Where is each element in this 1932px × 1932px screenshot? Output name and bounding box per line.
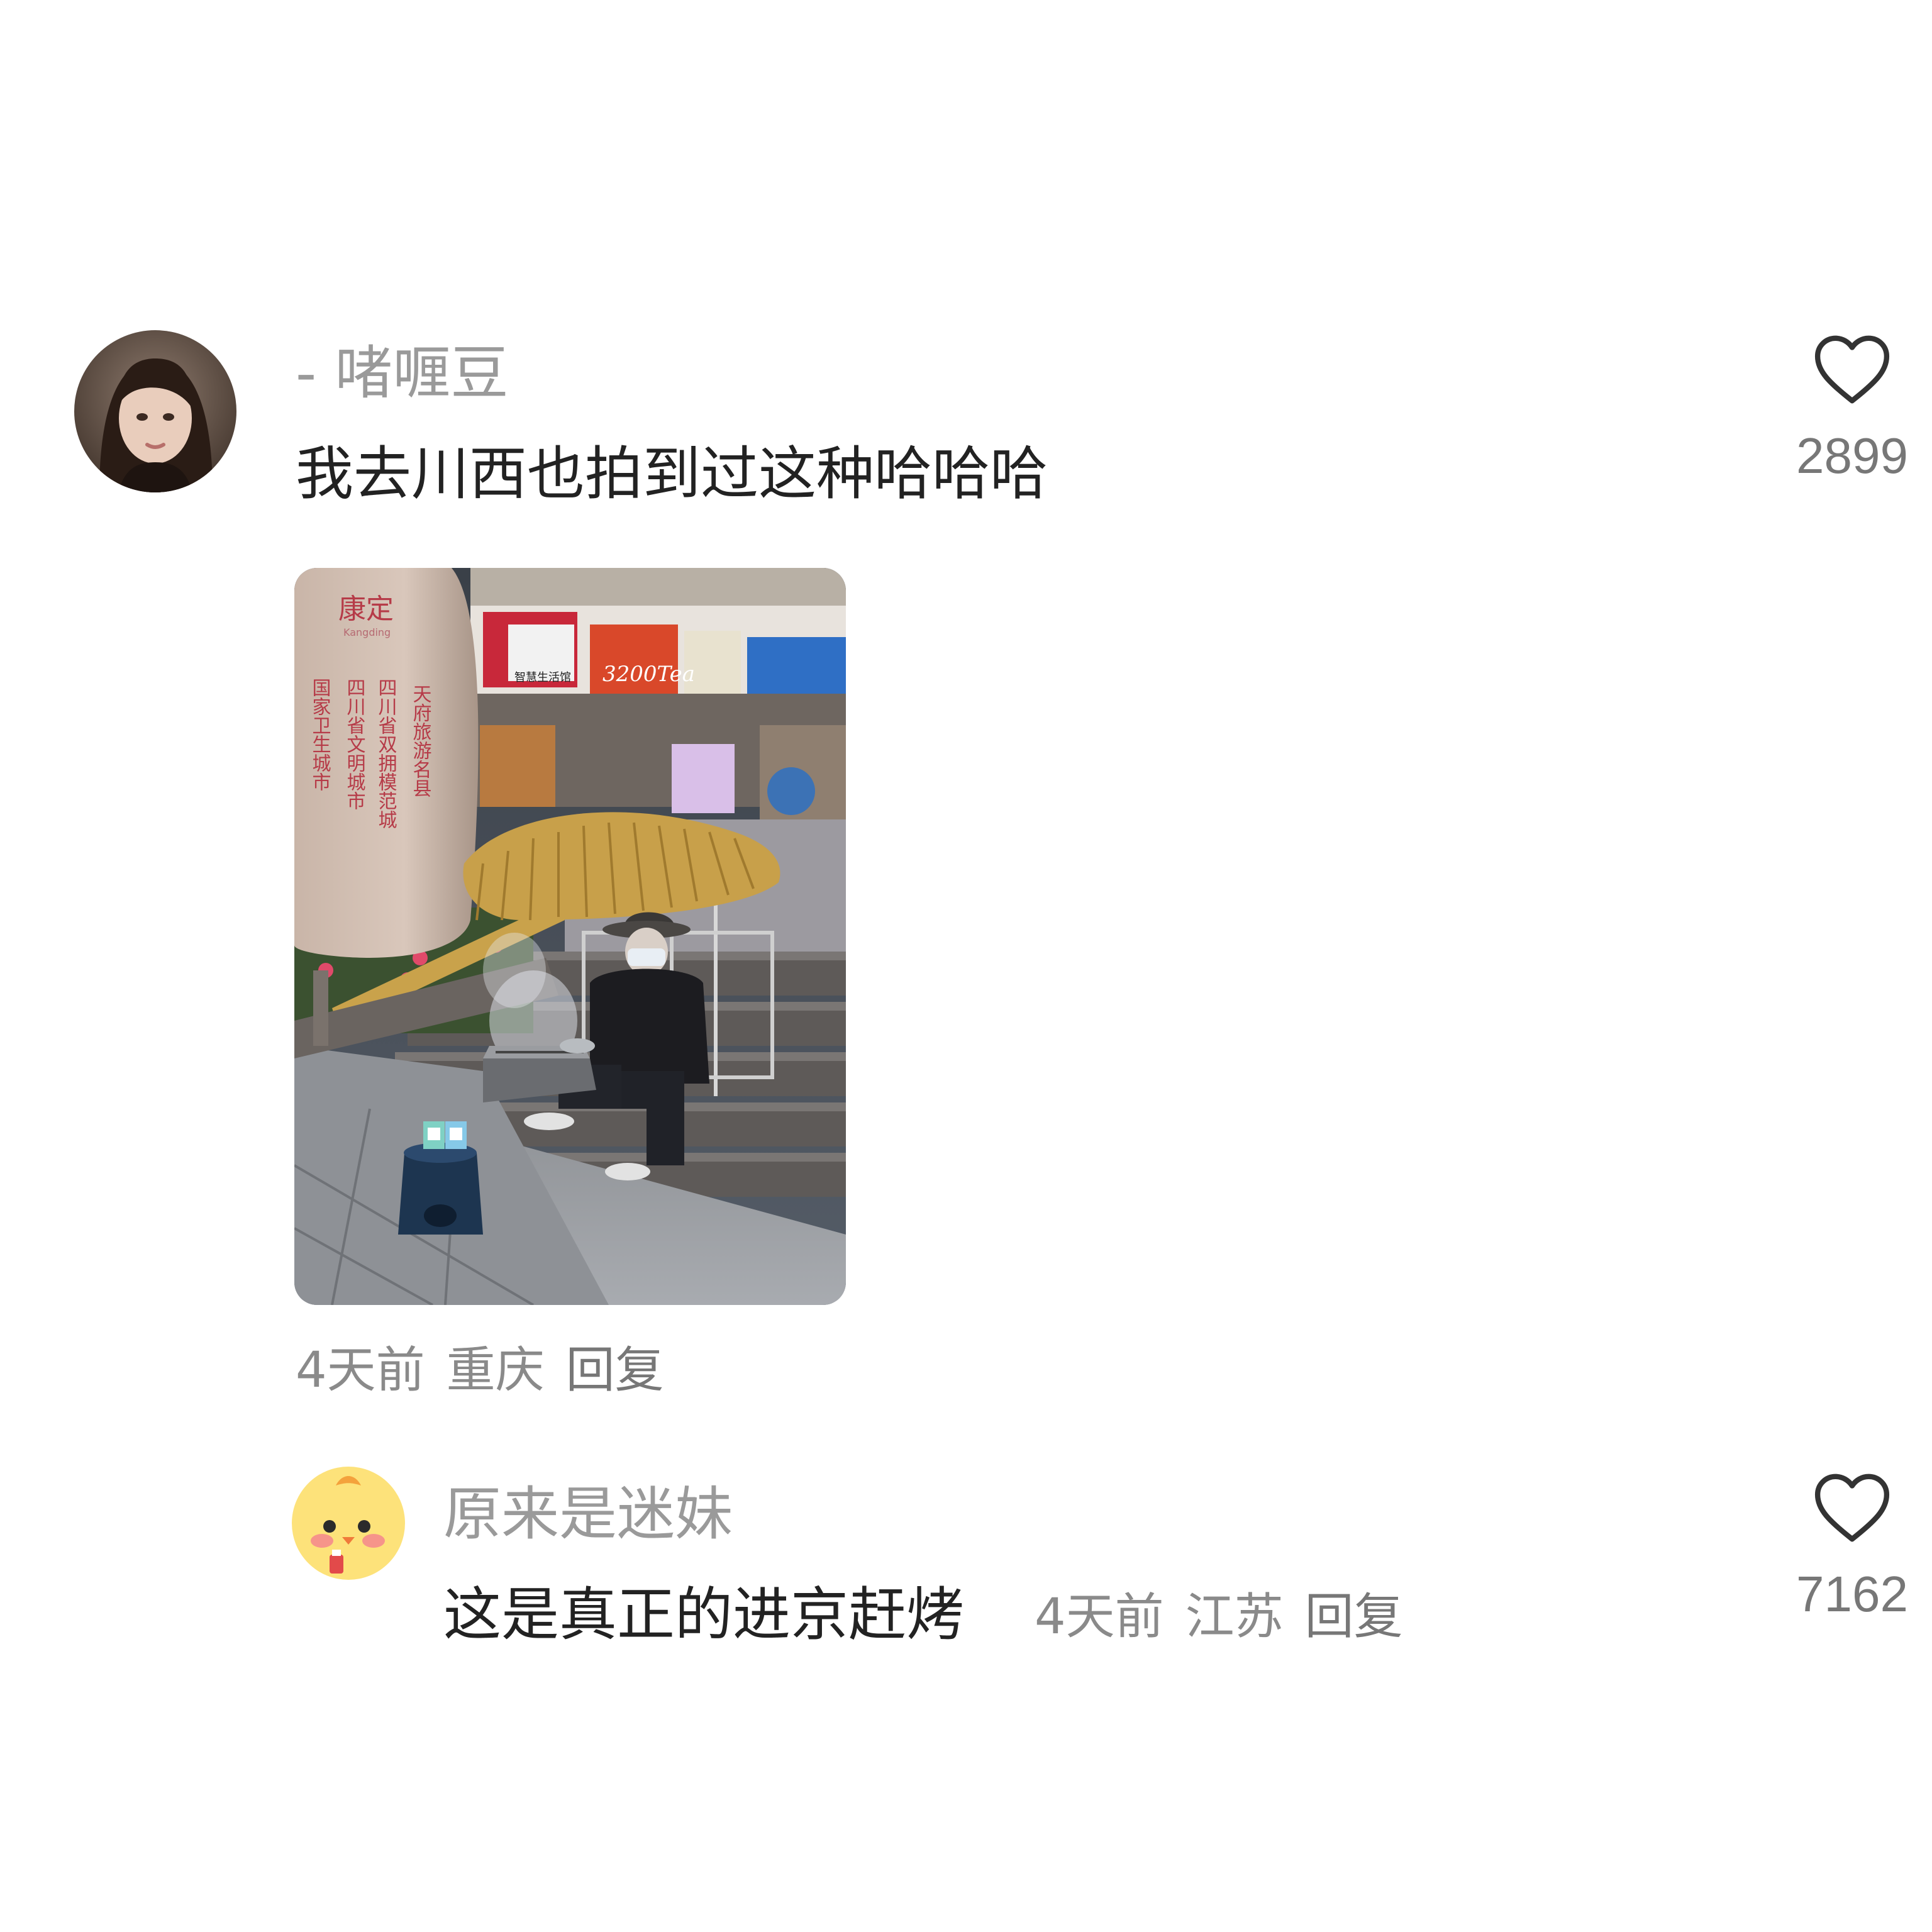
shop-sign: 3200Tea bbox=[602, 662, 695, 687]
reply-button[interactable]: 回复 bbox=[1305, 1589, 1403, 1645]
reply-comment-item: 原来是迷妹 这是真正的进京赶烤 4天前 江苏 回复 7162 bbox=[0, 1415, 1932, 1729]
shop-sign-2: 智慧生活馆 bbox=[514, 671, 571, 684]
reply-button[interactable]: 回复 bbox=[566, 1342, 664, 1399]
comment-time: 4天前 bbox=[296, 1342, 425, 1399]
avatar-portrait bbox=[74, 330, 236, 492]
stone-column-1: 天府旅游名县 bbox=[409, 684, 432, 797]
comment-item: - 啫喱豆 我去川西也拍到过这种哈哈哈 康定 Kangding 天府旅游名县 四… bbox=[0, 0, 1932, 1415]
comment-text-content: 这是真正的进京赶烤 bbox=[443, 1581, 965, 1648]
avatar[interactable] bbox=[74, 330, 236, 492]
stone-column-3: 四川省文明城市 bbox=[343, 678, 366, 810]
comment-photo[interactable]: 康定 Kangding 天府旅游名县 四川省双拥模范城 四川省文明城市 国家卫生… bbox=[294, 568, 846, 1305]
comment-location: 重庆 bbox=[446, 1342, 545, 1399]
avatar[interactable] bbox=[292, 1467, 405, 1580]
like-button[interactable]: 2899 bbox=[1770, 333, 1932, 481]
like-button[interactable]: 7162 bbox=[1770, 1472, 1932, 1619]
heart-outline-icon bbox=[1814, 1474, 1890, 1542]
username[interactable]: 原来是迷妹 bbox=[443, 1485, 733, 1543]
heart-outline-icon bbox=[1814, 335, 1890, 404]
street-barbecue-photo: 康定 Kangding 天府旅游名县 四川省双拥模范城 四川省文明城市 国家卫生… bbox=[294, 568, 846, 1305]
stone-title: 康定 bbox=[338, 593, 394, 625]
comment-location: 江苏 bbox=[1185, 1589, 1284, 1645]
like-count: 7162 bbox=[1796, 1566, 1908, 1622]
stone-column-2: 四川省双拥模范城 bbox=[375, 678, 397, 829]
comment-meta: 4天前 重庆 回复 bbox=[296, 1346, 664, 1395]
avatar-chick-cartoon bbox=[292, 1467, 405, 1580]
stone-column-4: 国家卫生城市 bbox=[309, 678, 331, 791]
comment-text: 这是真正的进京赶烤 bbox=[443, 1586, 964, 1644]
like-count: 2899 bbox=[1796, 428, 1908, 484]
comment-meta: 4天前 江苏 回复 bbox=[1035, 1592, 1403, 1641]
comment-time: 4天前 bbox=[1035, 1589, 1164, 1645]
stone-pinyin: Kangding bbox=[343, 626, 391, 638]
username[interactable]: - 啫喱豆 bbox=[296, 345, 508, 402]
comment-text: 我去川西也拍到过这种哈哈哈 bbox=[296, 440, 1048, 508]
